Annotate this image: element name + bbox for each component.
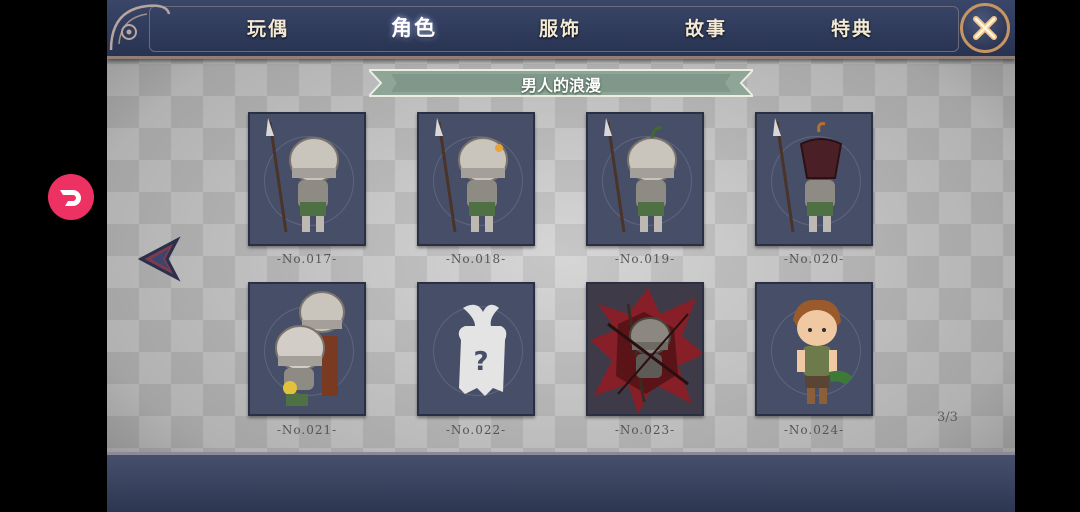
page-indicator: 3/3	[937, 410, 958, 425]
tab-costumes[interactable]: 服饰	[515, 14, 605, 41]
cursed-knight-icon	[590, 288, 702, 414]
character-card-022-locked[interactable]: ?	[417, 282, 535, 416]
game-screen: 玩偶 角色 服饰 故事 特典 男人的浪漫 -No.017- -No.018- -…	[107, 0, 1015, 512]
knight-spear-sprout-icon	[604, 118, 677, 233]
svg-text:?: ?	[473, 347, 488, 377]
character-card-017[interactable]	[248, 112, 366, 246]
character-card-024[interactable]	[755, 282, 873, 416]
card-number: -No.018-	[445, 252, 507, 266]
tab-stories[interactable]: 故事	[661, 14, 751, 41]
tab-characters[interactable]: 角色	[369, 12, 459, 42]
left-pillarbox	[0, 0, 107, 512]
card-number: -No.019-	[614, 252, 676, 266]
card-number: -No.024-	[783, 423, 845, 437]
back-arrow-icon[interactable]	[137, 236, 181, 282]
card-number: -No.020-	[783, 252, 845, 266]
locked-silhouette-icon: ?	[458, 304, 507, 396]
knight-spear-icon	[266, 118, 339, 233]
corner-ornament-icon	[109, 4, 171, 51]
card-number: -No.022-	[445, 423, 507, 437]
character-card-021[interactable]	[248, 282, 366, 416]
tab-dolls[interactable]: 玩偶	[223, 14, 313, 41]
knight-spear-flower-icon	[435, 118, 508, 233]
knight-dark-helmet-icon	[773, 118, 843, 233]
card-number: -No.023-	[614, 423, 676, 437]
section-banner: 男人的浪漫	[369, 68, 753, 98]
top-nav-bar: 玩偶 角色 服饰 故事 特典	[107, 0, 1015, 59]
right-pillarbox	[1015, 0, 1080, 512]
boy-adventurer-icon	[793, 299, 853, 404]
character-card-020[interactable]	[755, 112, 873, 246]
close-button[interactable]	[960, 3, 1010, 53]
twin-knights-icon	[275, 291, 345, 406]
overlay-app-icon	[60, 190, 81, 206]
overlay-app-button[interactable]	[48, 174, 94, 220]
section-title: 男人的浪漫	[520, 76, 601, 95]
character-card-018[interactable]	[417, 112, 535, 246]
bottom-bar	[107, 452, 1015, 512]
card-number: -No.021-	[276, 423, 338, 437]
character-card-023[interactable]	[586, 282, 704, 416]
close-icon	[973, 16, 997, 40]
character-card-019[interactable]	[586, 112, 704, 246]
tab-specials[interactable]: 特典	[807, 14, 897, 41]
card-number: -No.017-	[276, 252, 338, 266]
